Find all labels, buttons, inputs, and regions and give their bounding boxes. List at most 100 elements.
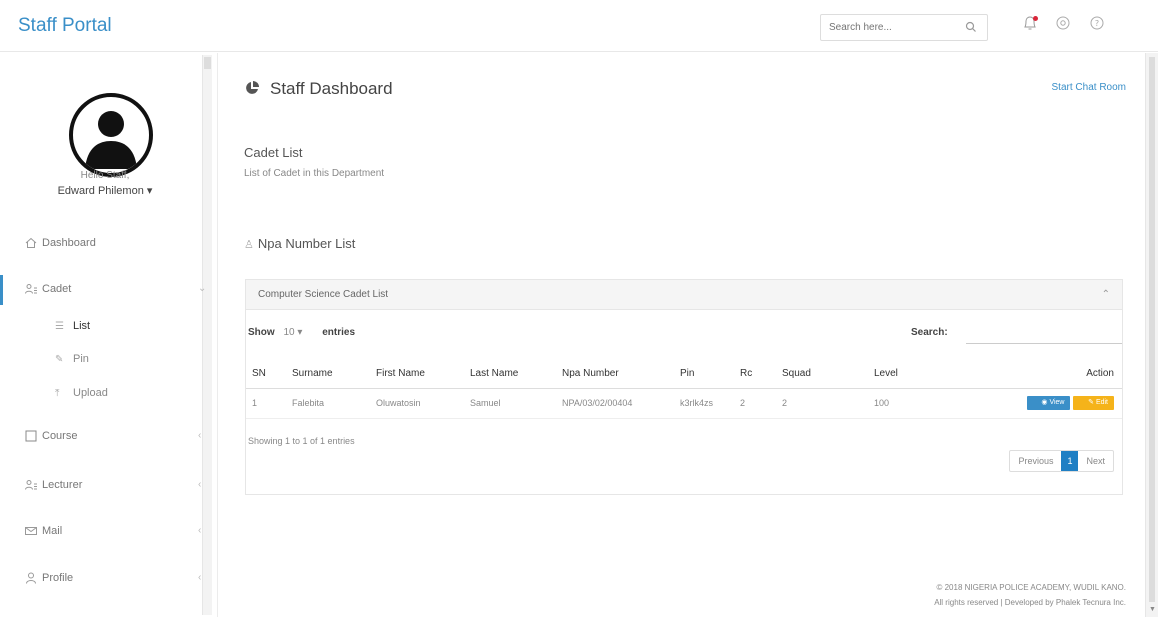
next-page-button[interactable]: Next bbox=[1078, 451, 1113, 471]
sidebar-item-label: Cadet bbox=[42, 283, 72, 295]
square-icon bbox=[25, 430, 37, 442]
chevron-left-icon: ‹ bbox=[198, 479, 202, 490]
page-scroll-thumb[interactable] bbox=[1149, 57, 1155, 602]
sidebar-subitem-label: Pin bbox=[73, 353, 89, 365]
users-icon bbox=[25, 284, 37, 294]
list-icon: ☰ bbox=[55, 321, 64, 332]
cadet-table: SN Surname First Name Last Name Npa Numb… bbox=[246, 360, 1122, 419]
column-header-rc[interactable]: Rc bbox=[734, 360, 776, 389]
section-title: Cadet List bbox=[244, 145, 303, 160]
cell-first-name: Oluwatosin bbox=[370, 388, 464, 419]
sidebar-item-mail[interactable]: Mail ‹ bbox=[0, 517, 202, 547]
table-search-label: Search: bbox=[911, 327, 948, 338]
start-chat-room-link[interactable]: Start Chat Room bbox=[1052, 82, 1126, 93]
edit-button-label: Edit bbox=[1095, 399, 1108, 406]
list-title-text: Npa Number List bbox=[257, 236, 356, 251]
column-header-first-name[interactable]: First Name bbox=[370, 360, 464, 389]
user-avatar-icon bbox=[85, 111, 137, 169]
sidebar-item-dashboard[interactable]: Dashboard bbox=[0, 229, 202, 259]
user-icon bbox=[26, 572, 36, 584]
home-icon bbox=[25, 237, 37, 248]
cell-surname: Falebita bbox=[286, 388, 370, 419]
upload-icon: ⤒ bbox=[55, 388, 60, 399]
column-header-action[interactable]: Action bbox=[968, 360, 1122, 389]
column-header-last-name[interactable]: Last Name bbox=[464, 360, 556, 389]
sidebar-item-profile[interactable]: Profile ‹ bbox=[0, 564, 202, 594]
chevron-left-icon: ‹ bbox=[198, 572, 202, 583]
notification-dot bbox=[1033, 16, 1038, 21]
main-content: Staff Dashboard Start Chat Room Cadet Li… bbox=[218, 53, 1144, 617]
user-name-dropdown[interactable]: Edward Philemon ▾ bbox=[0, 184, 210, 197]
table-row: 1 Falebita Oluwatosin Samuel NPA/03/02/0… bbox=[246, 388, 1122, 419]
sidebar-item-label: Mail bbox=[42, 525, 63, 537]
edit-button[interactable]: ✎ Edit bbox=[1073, 396, 1114, 410]
cell-last-name: Samuel bbox=[464, 388, 556, 419]
show-label: Show bbox=[248, 327, 275, 338]
bell-icon[interactable] bbox=[1022, 15, 1042, 35]
pagination: Previous 1 Next bbox=[1009, 450, 1114, 472]
sidebar-item-label: Lecturer bbox=[42, 479, 83, 491]
chevron-down-icon: ⌄ bbox=[198, 283, 207, 294]
table-search-input[interactable] bbox=[966, 322, 1122, 344]
pie-chart-icon bbox=[246, 81, 259, 94]
sidebar-scroll-thumb[interactable] bbox=[204, 57, 211, 69]
help-icon[interactable]: ? bbox=[1089, 15, 1109, 35]
cell-squad: 2 bbox=[776, 388, 868, 419]
view-button-label: View bbox=[1049, 399, 1065, 406]
column-header-squad[interactable]: Squad bbox=[776, 360, 868, 389]
users-icon bbox=[25, 480, 37, 490]
user-icon: ♙ bbox=[244, 239, 254, 251]
chevron-left-icon: ‹ bbox=[198, 525, 202, 536]
edit-icon: ✎ bbox=[1088, 399, 1094, 406]
column-header-level[interactable]: Level bbox=[868, 360, 968, 389]
settings-icon[interactable] bbox=[1055, 15, 1075, 35]
sidebar-subitem-list[interactable]: ☰ List bbox=[55, 320, 90, 332]
column-header-surname[interactable]: Surname bbox=[286, 360, 370, 389]
sidebar-subitem-label: List bbox=[73, 320, 91, 332]
sidebar-subitem-upload[interactable]: ⤒ Upload bbox=[55, 387, 108, 399]
cell-pin: k3rlk4zs bbox=[674, 388, 734, 419]
cell-sn: 1 bbox=[246, 388, 286, 419]
cell-rc: 2 bbox=[734, 388, 776, 419]
cell-action: ◉ View ✎ Edit bbox=[968, 388, 1122, 419]
scroll-down-icon[interactable]: ▼ bbox=[1149, 606, 1156, 613]
panel-title: Computer Science Cadet List bbox=[258, 289, 389, 300]
mail-icon bbox=[25, 527, 37, 535]
search-input[interactable] bbox=[821, 15, 951, 40]
chevron-left-icon: ‹ bbox=[198, 430, 202, 441]
avatar[interactable] bbox=[69, 93, 153, 177]
previous-page-button[interactable]: Previous bbox=[1010, 451, 1061, 471]
view-button[interactable]: ◉ View bbox=[1027, 396, 1071, 410]
search-icon[interactable] bbox=[965, 21, 977, 33]
sidebar-item-cadet[interactable]: Cadet ⌄ bbox=[0, 275, 206, 305]
entries-select-value: 10 bbox=[283, 327, 295, 338]
sidebar-item-course[interactable]: Course ‹ bbox=[0, 422, 202, 452]
greeting: Hello Staff, bbox=[80, 170, 130, 181]
sidebar-item-label: Dashboard bbox=[42, 237, 96, 249]
entries-select[interactable]: 10 ▾ bbox=[277, 327, 319, 338]
sidebar-subitem-pin[interactable]: ✎ Pin bbox=[55, 353, 89, 365]
page-1-button[interactable]: 1 bbox=[1061, 451, 1079, 471]
page-scrollbar[interactable]: ▼ bbox=[1145, 53, 1158, 617]
panel-header[interactable]: Computer Science Cadet List ⌃ bbox=[246, 280, 1122, 310]
column-header-npa-number[interactable]: Npa Number bbox=[556, 360, 674, 389]
entries-label: entries bbox=[322, 327, 356, 338]
chevron-up-icon[interactable]: ⌃ bbox=[1102, 289, 1110, 300]
footer-copyright: © 2018 NIGERIA POLICE ACADEMY, WUDIL KAN… bbox=[936, 583, 1126, 592]
table-header-row: SN Surname First Name Last Name Npa Numb… bbox=[246, 360, 1122, 389]
section-subtitle: List of Cadet in this Department bbox=[244, 168, 385, 179]
page-title-text: Staff Dashboard bbox=[270, 79, 393, 98]
column-header-sn[interactable]: SN bbox=[246, 360, 286, 389]
sidebar-scrollbar[interactable] bbox=[202, 55, 212, 615]
search-box[interactable] bbox=[820, 14, 988, 41]
svg-text:?: ? bbox=[1095, 19, 1099, 28]
sidebar-item-label: Profile bbox=[42, 572, 74, 584]
pencil-icon: ✎ bbox=[55, 354, 64, 365]
top-bar: Staff Portal ? bbox=[0, 0, 1158, 52]
list-title: ♙ Npa Number List bbox=[244, 236, 355, 251]
sidebar-item-lecturer[interactable]: Lecturer ‹ bbox=[0, 471, 202, 501]
column-header-pin[interactable]: Pin bbox=[674, 360, 734, 389]
brand-title[interactable]: Staff Portal bbox=[18, 15, 112, 37]
eye-icon: ◉ bbox=[1041, 399, 1048, 406]
sidebar-item-label: Course bbox=[42, 430, 78, 442]
